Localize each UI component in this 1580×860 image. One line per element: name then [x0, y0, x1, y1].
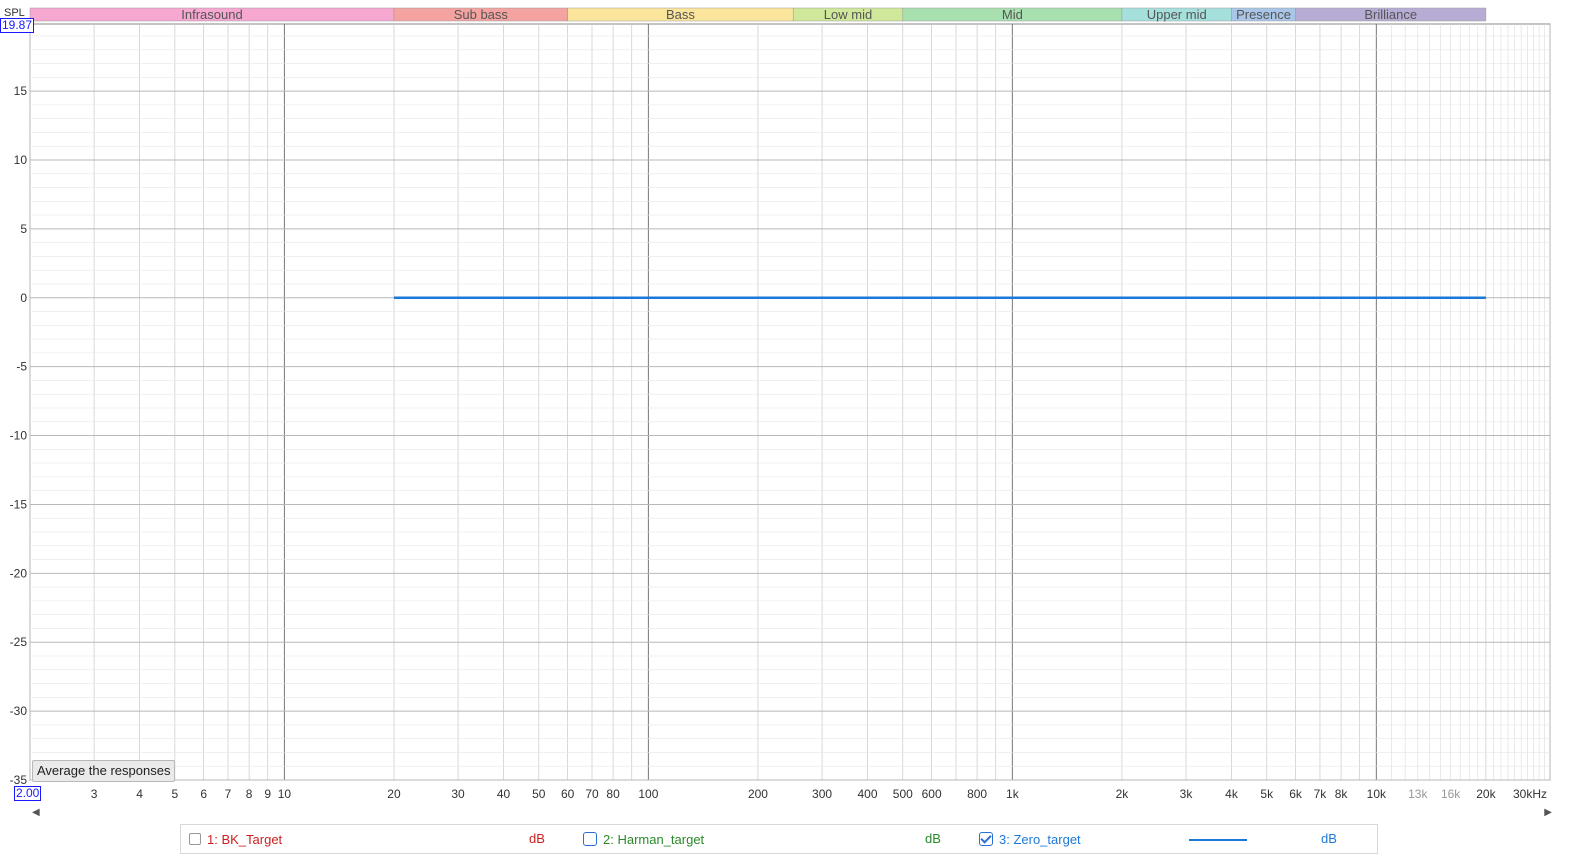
x-tick-label: 8k: [1335, 787, 1349, 801]
y-tick-label: -35: [10, 773, 28, 787]
x-tick-label: 70: [585, 787, 599, 801]
band-label: Sub bass: [454, 7, 509, 22]
x-tick-label: 20k: [1476, 787, 1496, 801]
horizontal-scrollbar[interactable]: ◀ ▶: [28, 806, 1556, 820]
x-tick-label: 200: [748, 787, 768, 801]
y-tick-label: -10: [10, 429, 28, 443]
x-tick-label: 6: [200, 787, 207, 801]
x-tick-label: 80: [606, 787, 620, 801]
band-label: Bass: [666, 7, 695, 22]
band-label: Low mid: [824, 7, 872, 22]
x-tick-label: 3k: [1180, 787, 1194, 801]
x-tick-label: 10: [278, 787, 292, 801]
y-tick-label: -30: [10, 704, 28, 718]
band-label: Infrasound: [181, 7, 242, 22]
y-tick-label: -20: [10, 566, 28, 580]
y-tick-label: 0: [20, 291, 27, 305]
x-tick-label: 5k: [1260, 787, 1274, 801]
x-tick-label: 50: [532, 787, 546, 801]
average-responses-button[interactable]: Average the responses: [32, 760, 176, 782]
x-tick-label: 100: [638, 787, 658, 801]
y-tick-label: -15: [10, 497, 28, 511]
x-tick-label: 500: [893, 787, 913, 801]
y-tick-label: -25: [10, 635, 28, 649]
x-tick-label: 60: [561, 787, 575, 801]
x-tick-label: 5: [171, 787, 178, 801]
x-tick-label: 6k: [1289, 787, 1303, 801]
x-tick-label: 20: [387, 787, 401, 801]
legend-label-harman-target: 2: Harman_target: [603, 831, 705, 847]
x-tick-label: 16k: [1441, 787, 1461, 801]
band-label: Brilliance: [1364, 7, 1417, 22]
x-tick-label: 1k: [1006, 787, 1020, 801]
x-tick-label: 40: [497, 787, 511, 801]
legend-unit-bk-target: dB: [529, 831, 545, 846]
legend-item-zero-target[interactable]: 3: Zero_target: [979, 825, 1081, 853]
grid: [29, 23, 1551, 781]
checkbox-bk-target[interactable]: [189, 833, 201, 845]
x-tick-label: 13k: [1408, 787, 1428, 801]
y-tick-label: 10: [14, 153, 28, 167]
x-tick-label: 800: [967, 787, 987, 801]
x-tick-label: 3: [91, 787, 98, 801]
x-tick-label: 4: [136, 787, 143, 801]
frequency-response-chart[interactable]: Infrasound Sub bass Bass Low mid Mid Upper mi…: [0, 0, 1580, 860]
frequency-bands: Infrasound Sub bass Bass Low mid Mid Upper mi…: [29, 7, 1487, 22]
x-tick-label: 300: [812, 787, 832, 801]
legend-label-zero-target: 3: Zero_target: [999, 831, 1081, 847]
x-tick-label: 600: [922, 787, 942, 801]
x-tick-label: 7k: [1314, 787, 1328, 801]
x-tick-label: 9: [264, 787, 271, 801]
band-label: Mid: [1002, 7, 1023, 22]
x-axis-ticks: 3 4 5 6 7 8 9 10 20 30 40 50 60 70 80 100 200 300 400 500 60…: [91, 787, 1547, 801]
x-tick-label: 400: [858, 787, 878, 801]
legend-unit-harman-target: dB: [925, 831, 941, 846]
plot-frame: [29, 23, 1551, 781]
legend-item-harman-target[interactable]: 2: Harman_target: [583, 825, 704, 853]
checkbox-zero-target[interactable]: [979, 832, 993, 846]
y-max-input[interactable]: 19.87: [0, 18, 35, 33]
scroll-right-icon[interactable]: ▶: [1544, 806, 1552, 820]
band-label: Upper mid: [1147, 7, 1207, 22]
x-tick-label: 30kHz: [1513, 787, 1547, 801]
x-tick-label: 7: [225, 787, 232, 801]
scroll-left-icon[interactable]: ◀: [32, 806, 40, 820]
legend-swatch-zero-target: [1189, 839, 1247, 841]
legend: 1: BK_Target dB 2: Harman_target dB 3: Z…: [180, 824, 1378, 854]
x-min-input[interactable]: 2.00: [14, 786, 42, 801]
legend-unit-zero-target: dB: [1321, 831, 1337, 846]
x-tick-label: 10k: [1367, 787, 1387, 801]
x-tick-label: 2k: [1116, 787, 1130, 801]
x-tick-label: 8: [246, 787, 253, 801]
checkbox-harman-target[interactable]: [583, 832, 597, 846]
y-axis-ticks: 15 10 5 0 -5 -10 -15 -20 -25 -30 -35: [10, 84, 28, 787]
x-tick-label: 4k: [1225, 787, 1239, 801]
y-tick-label: -5: [16, 360, 27, 374]
legend-label-bk-target: 1: BK_Target: [207, 831, 283, 847]
y-tick-label: 5: [20, 222, 27, 236]
band-label: Presence: [1236, 7, 1291, 22]
x-tick-label: 30: [451, 787, 465, 801]
legend-item-bk-target[interactable]: 1: BK_Target: [189, 825, 282, 853]
y-tick-label: 15: [14, 84, 28, 98]
